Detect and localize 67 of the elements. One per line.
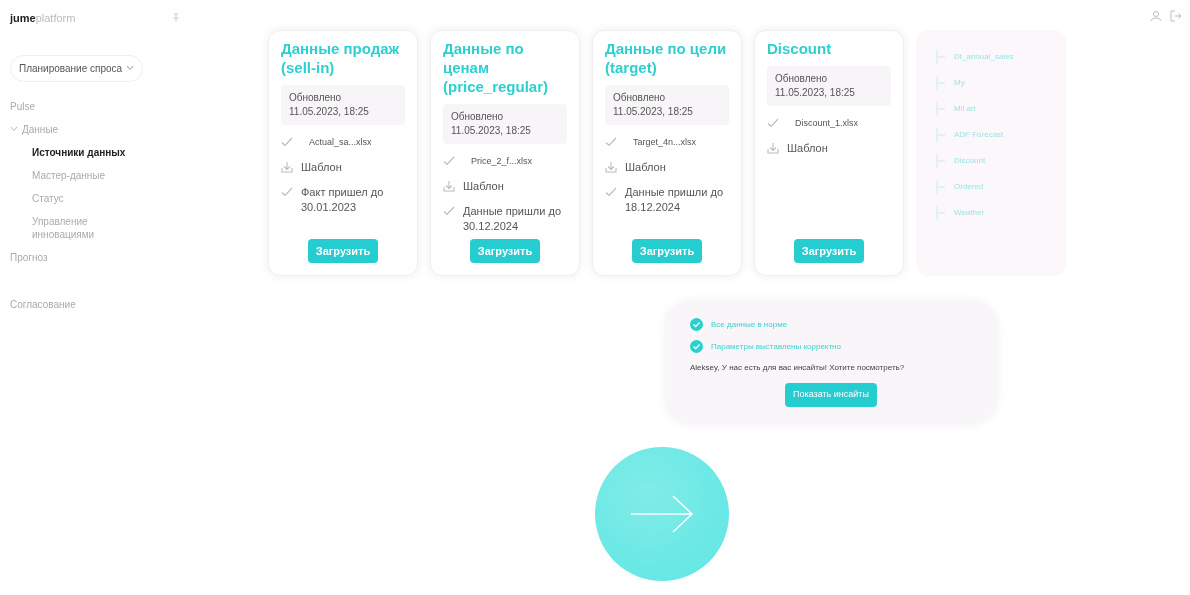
source-item[interactable]: Discount xyxy=(954,155,986,167)
template-link[interactable]: Шаблон xyxy=(463,179,504,194)
card-title: Данные по ценам (price_regular) xyxy=(443,39,550,96)
file-name[interactable]: Discount_1.xlsx xyxy=(787,116,859,131)
nav-item[interactable]: Прогноз xyxy=(10,250,48,264)
card-title: Discount xyxy=(767,39,833,58)
check-circle-icon xyxy=(690,340,703,353)
card-title: Данные продаж (sell-in) xyxy=(281,39,401,77)
source-item[interactable]: Ordered xyxy=(954,181,984,193)
source-item[interactable]: My xyxy=(954,77,965,89)
source-item[interactable]: Mil art xyxy=(954,103,976,115)
arrow-right-icon xyxy=(629,493,695,534)
upload-button[interactable]: Загрузить xyxy=(307,238,379,263)
upload-button[interactable]: Загрузить xyxy=(631,238,703,263)
template-link[interactable]: Шаблон xyxy=(301,160,342,175)
insights-message: Aleksey, У нас есть для вас инсайты! Хотите посмотреть? xyxy=(690,362,906,374)
updated-date: 11.05.2023, 18:25 xyxy=(289,105,370,119)
updated-label: Обновлено xyxy=(775,72,829,86)
source-item[interactable]: Dt_annual_sales xyxy=(954,51,1014,63)
nav-item[interactable]: Источники данных xyxy=(32,145,142,159)
check-icon xyxy=(281,137,293,147)
chevron-down-icon xyxy=(126,65,135,71)
check-icon xyxy=(605,137,617,147)
logo-brand: jume xyxy=(10,11,36,26)
logout-icon[interactable] xyxy=(1170,10,1182,22)
nav-item[interactable]: Управление инновациями xyxy=(32,214,142,241)
updated-label: Обновлено xyxy=(613,91,667,105)
status-note: Данные пришли до 30.12.2024 xyxy=(463,204,562,234)
download-icon xyxy=(443,181,455,192)
nav-item[interactable]: Pulse xyxy=(10,99,35,113)
check-icon xyxy=(767,118,779,128)
updated-label: Обновлено xyxy=(289,91,343,105)
check-icon xyxy=(605,187,617,197)
nav-item[interactable]: Статус xyxy=(32,191,142,205)
check-icon xyxy=(443,206,455,216)
updated-label: Обновлено xyxy=(451,110,505,124)
chevron-icon[interactable] xyxy=(10,126,18,132)
download-icon xyxy=(605,162,617,173)
template-link[interactable]: Шаблон xyxy=(787,141,828,156)
file-name[interactable]: Actual_sa...xlsx xyxy=(301,135,372,150)
check-icon xyxy=(443,156,455,166)
check-text: Параметры выставлены корректно xyxy=(711,340,841,353)
check-circle-icon xyxy=(690,318,703,331)
status-note: Данные пришли до 18.12.2024 xyxy=(625,185,724,215)
check-text: Все данные в норме xyxy=(711,318,788,331)
source-item[interactable]: Weather xyxy=(954,207,985,219)
status-note: Факт пришел до 30.01.2023 xyxy=(301,185,385,215)
updated-date: 11.05.2023, 18:25 xyxy=(451,124,532,138)
template-link[interactable]: Шаблон xyxy=(625,160,666,175)
file-name[interactable]: Price_2_f...xlsx xyxy=(463,154,533,169)
upload-button[interactable]: Загрузить xyxy=(469,238,541,263)
download-icon xyxy=(281,162,293,173)
pin-icon[interactable] xyxy=(172,13,180,24)
check-icon xyxy=(281,187,293,197)
nav-item[interactable]: Данные xyxy=(22,122,59,136)
card-title: Данные по цели (target) xyxy=(605,39,728,77)
nav-item[interactable]: Согласование xyxy=(10,297,76,311)
nav-item[interactable]: Мастер-данные xyxy=(32,168,142,182)
upload-button[interactable]: Загрузить xyxy=(793,238,865,263)
show-insights-button[interactable]: Показать инсайты xyxy=(785,383,877,407)
user-icon[interactable] xyxy=(1150,10,1162,22)
logo-product: platform xyxy=(35,11,76,26)
updated-date: 11.05.2023, 18:25 xyxy=(775,86,856,100)
file-name[interactable]: Target_4n...xlsx xyxy=(625,135,697,150)
source-item[interactable]: ADF Forecast xyxy=(954,129,1004,141)
updated-date: 11.05.2023, 18:25 xyxy=(613,105,694,119)
download-icon xyxy=(767,143,779,154)
